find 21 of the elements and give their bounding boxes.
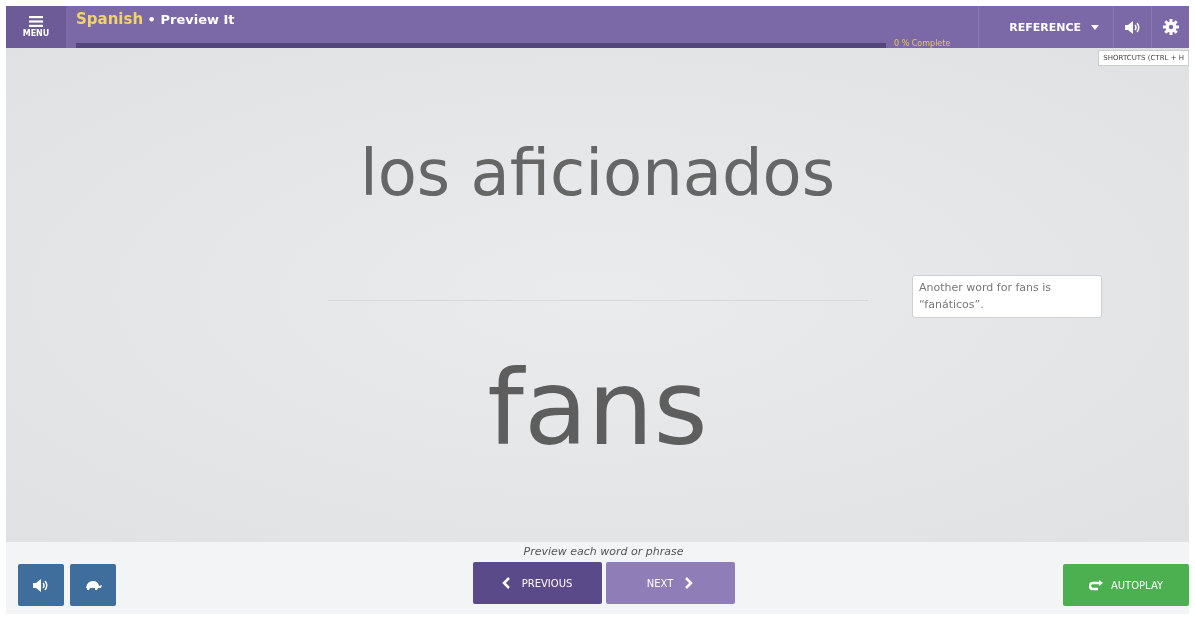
slow-audio-button[interactable] bbox=[70, 564, 116, 606]
caret-icon bbox=[1091, 24, 1099, 30]
translation-text: fans bbox=[487, 356, 708, 460]
note-callout: Another word for fans is “fanáticos”. bbox=[912, 275, 1102, 318]
repeat-icon bbox=[1088, 579, 1103, 591]
term-text: los aficionados bbox=[359, 136, 836, 210]
menu-icon bbox=[29, 16, 43, 27]
chevron-left-icon bbox=[501, 577, 510, 589]
next-button[interactable]: NEXT bbox=[605, 562, 735, 604]
chevron-right-icon bbox=[685, 577, 694, 589]
turtle-icon bbox=[84, 580, 102, 590]
speaker-icon bbox=[1124, 20, 1141, 34]
audio-button[interactable] bbox=[18, 564, 64, 606]
instruction-text: Preview each word or phrase bbox=[523, 545, 684, 558]
progress-label: 0 % Complete bbox=[894, 39, 951, 48]
speaker-icon bbox=[33, 578, 49, 592]
previous-button[interactable]: PREVIOUS bbox=[472, 562, 602, 604]
autoplay-button[interactable]: AUTOPLAY bbox=[1063, 564, 1189, 606]
menu-button[interactable]: MENU bbox=[6, 6, 66, 48]
lesson-title: Spanish • Preview It bbox=[76, 10, 236, 28]
settings-icon bbox=[1162, 19, 1179, 35]
